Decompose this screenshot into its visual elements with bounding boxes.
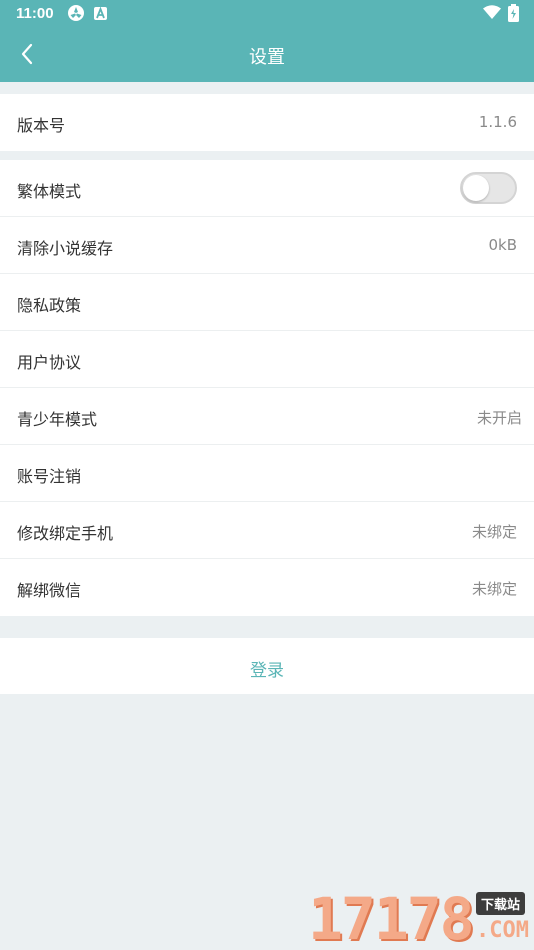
- status-time: 11:00: [16, 5, 54, 22]
- version-section: 版本号 1.1.6: [0, 94, 534, 151]
- page-title: 设置: [249, 47, 285, 68]
- phone-bind-status: 未绑定: [471, 523, 517, 541]
- battery-icon: [508, 4, 519, 26]
- teen-mode-status: 未开启: [476, 409, 522, 427]
- site-watermark-logo: 17178 下载站 .COM: [308, 888, 534, 950]
- privacy-policy-label: 隐私政策: [17, 296, 82, 315]
- login-button[interactable]: 登录: [0, 638, 534, 694]
- wechat-bind-status: 未绑定: [471, 580, 517, 598]
- nav-bar: 设置: [0, 28, 534, 82]
- watermark-digits: 17178: [308, 885, 475, 950]
- account-cancel-row[interactable]: 账号注销: [0, 445, 534, 502]
- watermark-tag: 下载站: [476, 892, 526, 915]
- settings-list: 繁体模式 清除小说缓存 0kB 隐私政策 用户协议 青少年模式 未开启 账号注销…: [0, 160, 534, 616]
- traditional-mode-label: 繁体模式: [17, 182, 82, 201]
- change-phone-label: 修改绑定手机: [17, 524, 114, 543]
- unbind-wechat-label: 解绑微信: [17, 581, 82, 600]
- watermark-suffix: .COM: [476, 918, 529, 943]
- status-bar: 11:00: [0, 0, 534, 28]
- wifi-icon: [483, 5, 501, 24]
- teen-mode-label: 青少年模式: [17, 410, 98, 429]
- change-phone-row[interactable]: 修改绑定手机 未绑定: [0, 502, 534, 559]
- account-cancel-label: 账号注销: [17, 467, 82, 486]
- version-row: 版本号 1.1.6: [0, 94, 534, 151]
- clear-cache-label: 清除小说缓存: [17, 239, 114, 258]
- toggle-knob: [463, 175, 489, 201]
- privacy-policy-row[interactable]: 隐私政策: [0, 274, 534, 331]
- app-header: 11:00 设置: [0, 0, 534, 82]
- user-agreement-row[interactable]: 用户协议: [0, 331, 534, 388]
- cache-size-value: 0kB: [488, 236, 517, 254]
- user-agreement-label: 用户协议: [17, 353, 82, 372]
- sync-icon: [67, 4, 85, 26]
- version-value: 1.1.6: [478, 113, 517, 131]
- traditional-mode-row: 繁体模式: [0, 160, 534, 217]
- clear-cache-row[interactable]: 清除小说缓存 0kB: [0, 217, 534, 274]
- unbind-wechat-row[interactable]: 解绑微信 未绑定: [0, 559, 534, 616]
- notification-a-icon: [94, 6, 107, 24]
- traditional-mode-toggle[interactable]: [460, 172, 517, 204]
- login-label: 登录: [250, 661, 284, 681]
- teen-mode-row[interactable]: 青少年模式 未开启: [0, 388, 534, 445]
- version-label: 版本号: [17, 116, 66, 135]
